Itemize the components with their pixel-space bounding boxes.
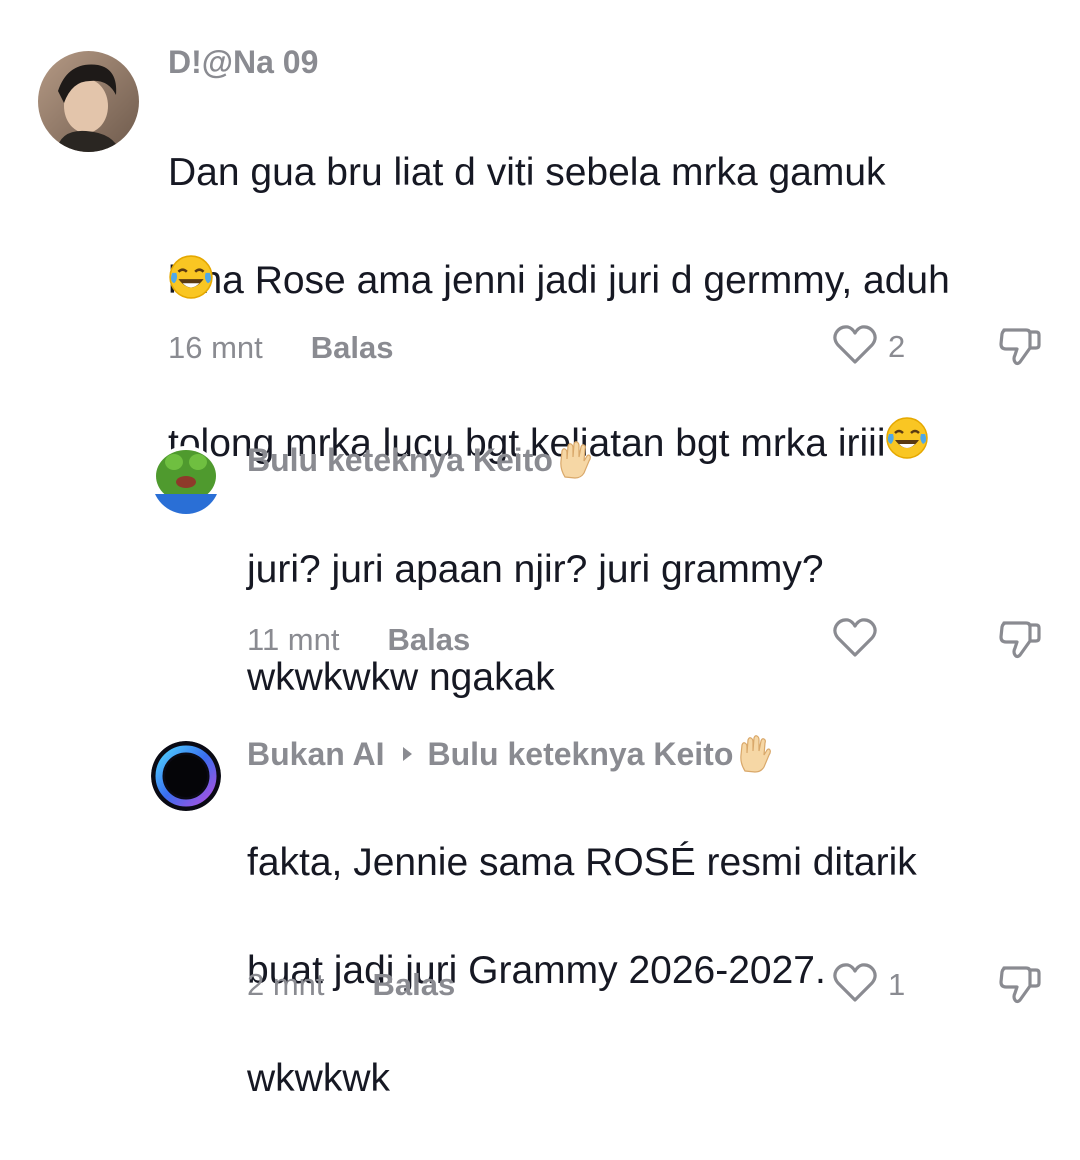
heart-outline-icon[interactable] — [832, 324, 878, 371]
comment-timestamp: 11 mnt — [247, 622, 340, 657]
heart-outline-icon[interactable] — [832, 962, 878, 1009]
comment-text-line: wkwkwk — [247, 1057, 390, 1100]
comment-meta: 16 mnt Balas — [168, 328, 394, 368]
reply-button[interactable]: Balas — [387, 622, 470, 658]
comment-meta: 2 mnt Balas — [247, 965, 455, 1005]
comment-timestamp: 16 mnt — [168, 330, 263, 365]
raised-hand-emoji-icon — [737, 735, 773, 773]
avatar[interactable] — [152, 446, 220, 514]
caret-right-icon — [402, 747, 412, 761]
like-button[interactable]: 1 — [832, 962, 905, 1008]
raised-hand-emoji-icon — [557, 441, 593, 479]
comment-text-line: juri? juri apaan njir? juri grammy? — [247, 548, 824, 591]
like-count: 2 — [888, 329, 906, 364]
thumbs-down-outline-icon[interactable] — [996, 621, 1044, 667]
thumbs-down-outline-icon[interactable] — [996, 328, 1044, 374]
tears-of-joy-emoji-icon — [168, 254, 216, 302]
comment-text-line: fakta, Jennie sama ROSÉ resmi ditarik — [247, 841, 917, 884]
comment-username[interactable]: D!@Na 09 — [168, 42, 318, 82]
profile-photo-icon — [38, 51, 139, 152]
comment-text-line: krna Rose ama jenni jadi juri d germmy, … — [168, 259, 950, 302]
comment-meta: 11 mnt Balas — [247, 620, 470, 660]
comment-timestamp: 2 mnt — [247, 967, 325, 1002]
comment-item: D!@Na 09 Dan gua bru liat d viti sebela … — [0, 0, 1080, 465]
reply-button[interactable]: Balas — [311, 330, 394, 366]
comment-username[interactable]: Bukan AI Bulu keteknya Keito — [247, 734, 773, 774]
like-count: 1 — [888, 967, 906, 1002]
dislike-button[interactable] — [996, 960, 1044, 1008]
avatar[interactable] — [151, 741, 221, 811]
reply-comment-item: Bukan AI Bulu keteknya Keito fakta, Jenn… — [0, 690, 1080, 1100]
comment-username[interactable]: Bulu keteknya Keito — [247, 440, 593, 480]
dislike-button[interactable] — [996, 615, 1044, 663]
like-button[interactable]: 2 — [832, 324, 905, 370]
thumbs-down-outline-icon[interactable] — [996, 966, 1044, 1012]
comment-text-line: Dan gua bru liat d viti sebela mrka gamu… — [168, 151, 886, 194]
dislike-button[interactable] — [996, 322, 1044, 370]
heart-outline-icon[interactable] — [832, 617, 878, 664]
reply-comment-item: Bulu keteknya Keito juri? juri apaan nji… — [0, 390, 1080, 699]
reply-to-username[interactable]: Bulu keteknya Keito — [428, 736, 734, 773]
ai-ring-avatar-icon — [151, 741, 221, 811]
like-button[interactable] — [832, 617, 888, 663]
avatar[interactable] — [38, 51, 139, 152]
reply-button[interactable]: Balas — [373, 967, 456, 1003]
green-frog-avatar-icon — [152, 446, 220, 514]
